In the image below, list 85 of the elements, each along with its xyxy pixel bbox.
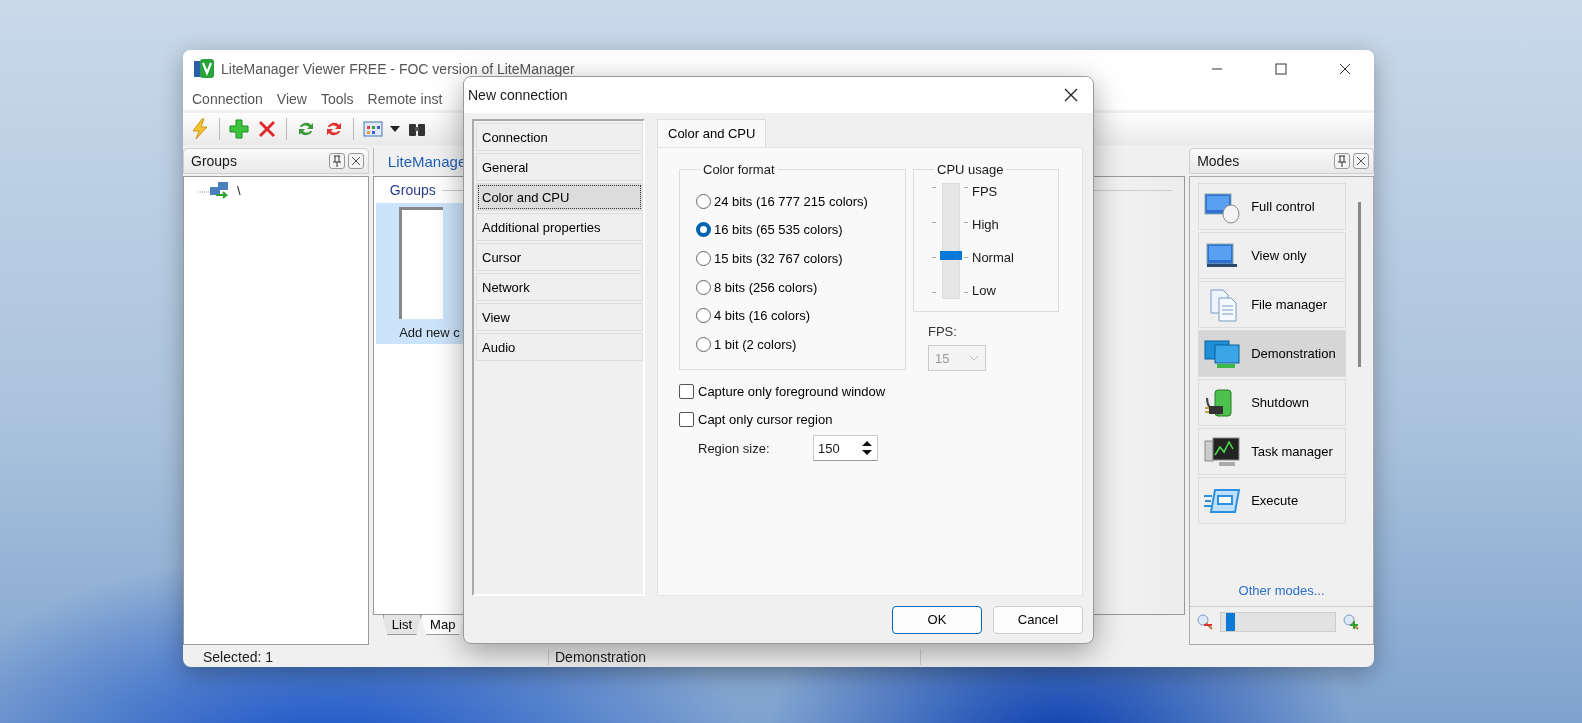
caret-icon[interactable] (390, 126, 400, 132)
zoom-slider[interactable] (1220, 612, 1337, 632)
slider-label: High (972, 217, 1000, 232)
color-format-radio[interactable]: 15 bits (32 767 colors) (696, 244, 905, 273)
status-text: Selected: 1 (183, 649, 549, 665)
category-item[interactable]: View (476, 303, 643, 331)
slider-label: Normal (972, 250, 1014, 265)
view-tab[interactable]: Map (421, 615, 465, 635)
mode-button[interactable]: Shutdown (1198, 379, 1347, 426)
panel-title: Modes (1197, 153, 1241, 169)
mode-button[interactable]: File manager (1198, 281, 1347, 328)
view-tab[interactable]: LiteManage (387, 152, 467, 170)
status-text: Demonstration (549, 649, 921, 665)
color-format-radio[interactable]: 4 bits (16 colors) (696, 301, 905, 330)
radio-indicator[interactable] (696, 336, 711, 352)
mode-button[interactable]: View only (1198, 232, 1347, 279)
radio-indicator[interactable] (696, 251, 711, 266)
ok-button[interactable]: OK (892, 605, 982, 634)
maximize-icon (1275, 63, 1287, 75)
mode-button[interactable]: Task manager (1198, 428, 1347, 475)
group-title: CPU usage (936, 162, 1005, 177)
pin-button[interactable] (1334, 153, 1350, 169)
radio-indicator[interactable] (696, 222, 711, 238)
pin-icon (331, 155, 342, 167)
mode-button[interactable]: Full control (1198, 183, 1347, 230)
color-format-radio[interactable]: 1 bit (2 colors) (696, 329, 905, 359)
pin-button[interactable] (328, 153, 345, 169)
close-icon (350, 156, 361, 166)
spin-arrows-icon[interactable] (860, 439, 874, 457)
slider-label: Low (972, 283, 997, 298)
settings-tab[interactable]: Color and CPU (657, 119, 767, 147)
menu-item[interactable]: Tools (313, 91, 361, 107)
window-title: LiteManager Viewer FREE - FOC version of LiteManager (221, 61, 576, 77)
menu-item[interactable]: Remote inst (360, 91, 450, 107)
cancel-button[interactable]: Cancel (993, 605, 1083, 634)
category-item[interactable]: General (476, 153, 643, 181)
slider-thumb[interactable] (940, 251, 962, 261)
chevron-down-icon (969, 355, 979, 361)
other-modes-link[interactable]: Other modes... (1238, 583, 1325, 598)
group-title: Color format (702, 162, 776, 177)
radio-indicator[interactable] (696, 193, 711, 209)
category-item[interactable]: Connection (476, 123, 643, 151)
option-checkbox[interactable]: Capture only foreground window (679, 377, 1082, 405)
category-item[interactable]: Audio (476, 333, 643, 361)
option-checkbox[interactable]: Capt only cursor region (679, 405, 1082, 433)
category-item[interactable]: Additional properties (476, 213, 643, 241)
close-button[interactable] (347, 153, 364, 169)
section-title: Groups (389, 182, 436, 198)
mode-button[interactable]: Execute (1198, 477, 1347, 524)
view-tab[interactable]: List (382, 615, 422, 635)
region-size-label: Region size: (698, 440, 771, 456)
tree-item[interactable]: \ (237, 182, 241, 198)
color-format-radio[interactable]: 16 bits (65 535 colors) (696, 215, 905, 245)
fps-label: FPS: (928, 324, 958, 339)
close-icon (1356, 156, 1366, 166)
slider-label: FPS (972, 184, 999, 199)
menu-item[interactable]: View (269, 91, 314, 107)
scrollbar[interactable] (1358, 202, 1362, 367)
checkbox-indicator[interactable] (679, 411, 694, 427)
dialog-title: New connection (468, 87, 569, 103)
panel-title: Groups (191, 153, 238, 169)
category-item[interactable]: Cursor (476, 243, 643, 271)
radio-indicator[interactable] (696, 279, 711, 295)
app-logo-icon (193, 58, 215, 80)
lightning-icon[interactable] (189, 118, 211, 140)
region-size-field[interactable]: 150 (813, 435, 878, 461)
radio-indicator[interactable] (696, 308, 711, 324)
mode-button[interactable]: Demonstration (1198, 330, 1347, 377)
category-item[interactable]: Color and CPU (476, 183, 643, 211)
cpu-usage-slider[interactable] (930, 183, 970, 299)
category-item[interactable]: Network (476, 273, 643, 301)
checkbox-indicator[interactable] (679, 383, 694, 399)
slider-thumb[interactable] (1226, 613, 1236, 631)
zoom-out-icon[interactable] (1196, 613, 1215, 631)
color-format-radio[interactable]: 24 bits (16 777 215 colors) (696, 187, 905, 216)
menu-item[interactable]: Connection (185, 91, 270, 107)
close-icon (1339, 63, 1351, 75)
close-icon (1064, 88, 1078, 102)
color-format-radio[interactable]: 8 bits (256 colors) (696, 272, 905, 302)
plus-icon[interactable] (228, 118, 250, 140)
close-button[interactable] (1353, 153, 1369, 169)
pin-icon (1337, 155, 1347, 167)
grid-icon[interactable] (362, 118, 384, 140)
zoom-in-icon[interactable] (1342, 613, 1361, 631)
connection-tile[interactable]: Add new c (375, 203, 466, 344)
